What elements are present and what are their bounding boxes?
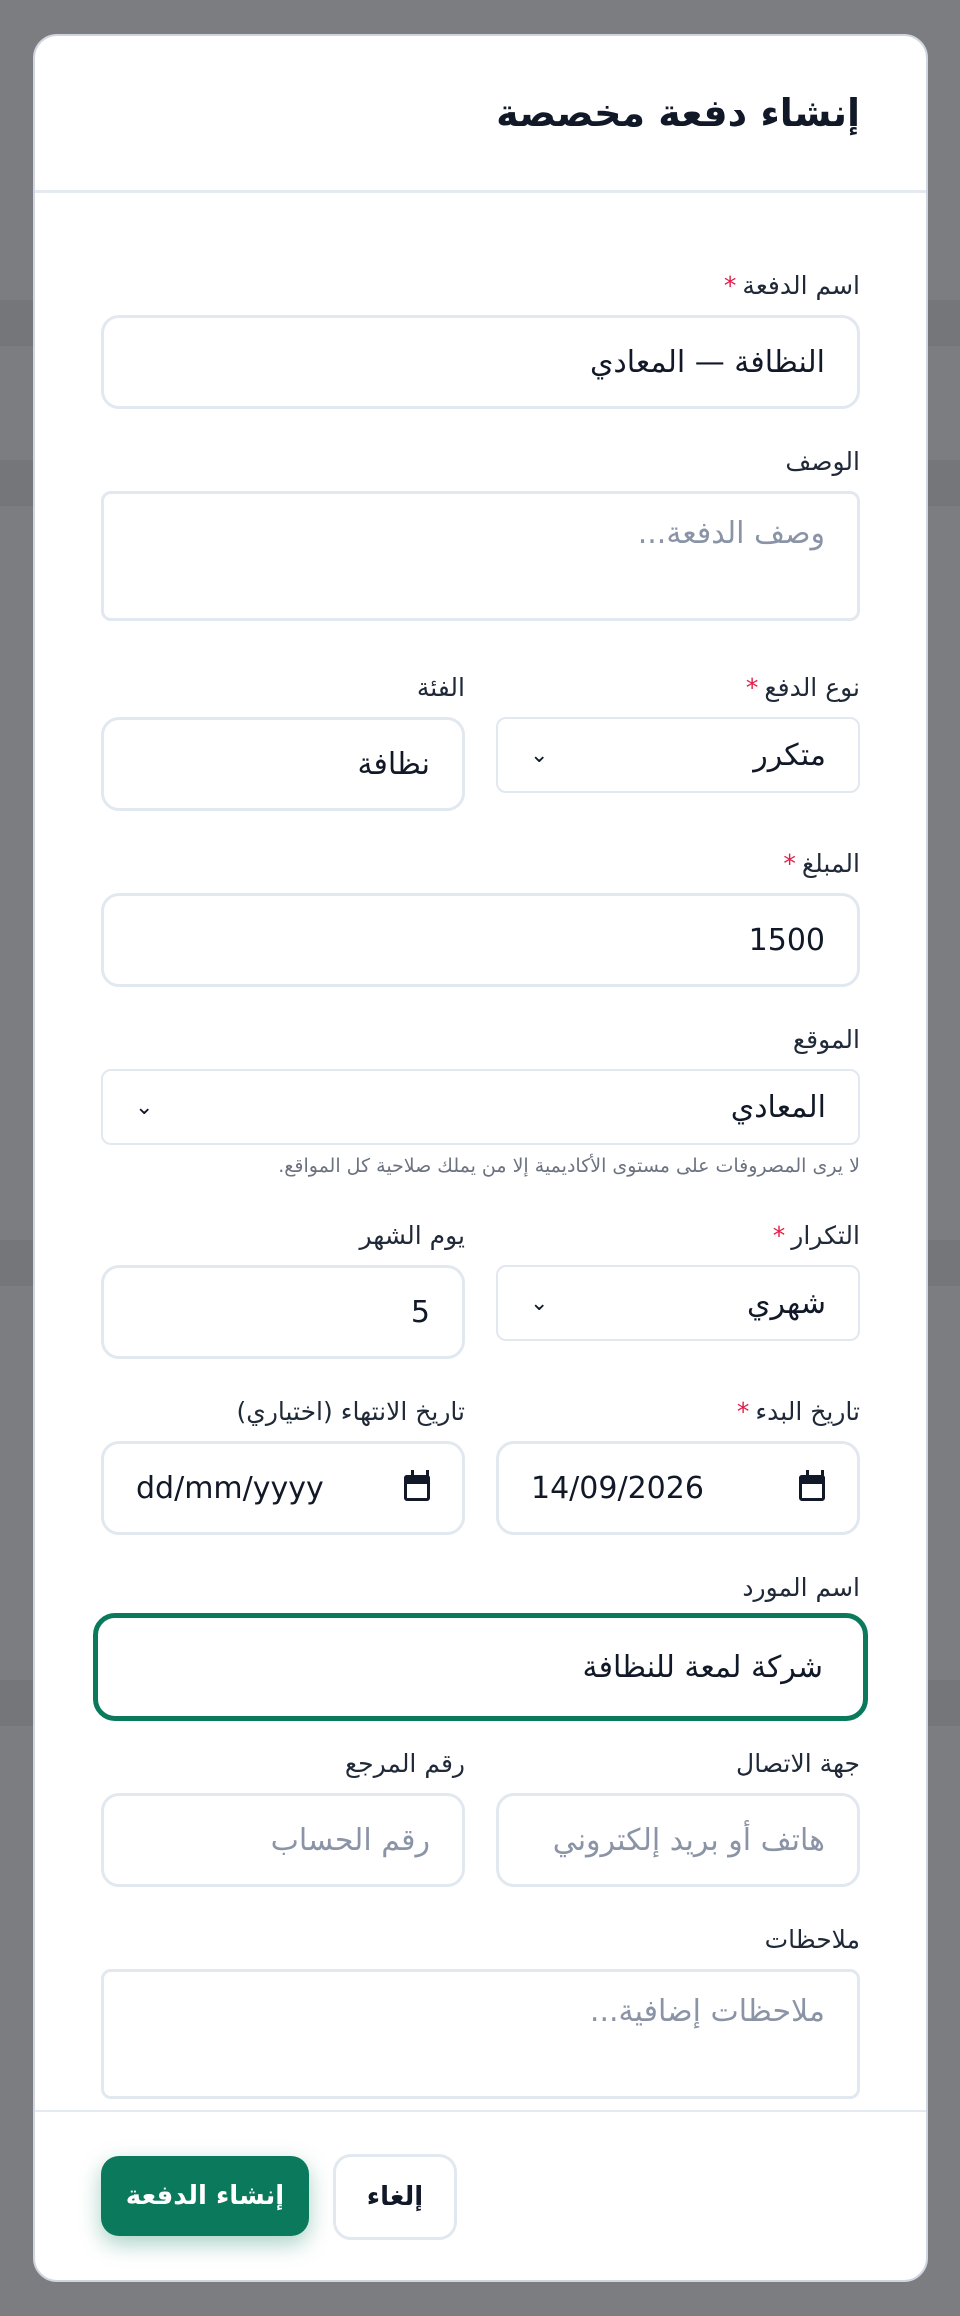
calendar-icon[interactable] [799, 1470, 825, 1501]
notes-textarea[interactable]: ملاحظات إضافية... [101, 1969, 860, 2099]
location-field: الموقع المعادي ⌄ لا يرى المصروفات على مس… [101, 1023, 860, 1183]
chevron-down-icon: ⌄ [530, 1290, 549, 1316]
required-mark: * [736, 1397, 750, 1426]
payment-type-value: متكرر [753, 737, 826, 773]
category-input[interactable]: نظافة [101, 717, 465, 811]
amount-field: المبلغ* 1500 [101, 847, 860, 987]
description-textarea[interactable]: وصف الدفعة... [101, 491, 860, 621]
day-of-month-field: يوم الشهر 5 [101, 1219, 465, 1359]
start-date-input[interactable]: 14/09/2026 [496, 1441, 860, 1535]
category-label: الفئة [416, 673, 465, 702]
create-payment-button[interactable]: إنشاء الدفعة [101, 2156, 309, 2236]
location-value: المعادي [730, 1089, 826, 1125]
required-mark: * [723, 271, 737, 300]
recurrence-field: التكرار* شهري ⌄ [496, 1219, 860, 1349]
payment-type-field: نوع الدفع* متكرر ⌄ [496, 671, 860, 801]
payment-type-select[interactable]: متكرر ⌄ [496, 717, 860, 793]
vendor-name-input[interactable]: شركة لمعة للنظافة [93, 1613, 868, 1721]
end-date-label: تاريخ الانتهاء (اختياري) [236, 1397, 466, 1426]
chevron-down-icon: ⌄ [135, 1094, 154, 1120]
vendor-name-field: اسم المورد شركة لمعة للنظافة [93, 1571, 868, 1721]
notes-label: ملاحظات [764, 1925, 860, 1954]
end-date-placeholder: dd/mm/yyyy [136, 1470, 324, 1506]
payment-name-label: اسم الدفعة* [723, 271, 860, 300]
payment-type-label: نوع الدفع* [745, 673, 860, 702]
location-label: الموقع [792, 1025, 860, 1054]
modal-footer: إنشاء الدفعة إلغاء [35, 2110, 926, 2280]
vendor-name-label: اسم المورد [742, 1573, 860, 1602]
payment-name-field: اسم الدفعة* النظافة — المعادي [101, 269, 860, 409]
reference-field: رقم المرجع رقم الحساب [101, 1747, 465, 1887]
description-field: الوصف وصف الدفعة... [101, 445, 860, 625]
contact-label: جهة الاتصال [736, 1749, 860, 1778]
start-date-field: تاريخ البدء* 14/09/2026 [496, 1395, 860, 1535]
day-of-month-input[interactable]: 5 [101, 1265, 465, 1359]
payment-name-input[interactable]: النظافة — المعادي [101, 315, 860, 409]
contact-field: جهة الاتصال هاتف أو بريد إلكتروني [496, 1747, 860, 1887]
create-payment-modal: إنشاء دفعة مخصصة اسم الدفعة* النظافة — ا… [33, 34, 928, 2282]
location-hint: لا يرى المصروفات على مستوى الأكاديمية إل… [278, 1155, 860, 1177]
required-mark: * [772, 1221, 786, 1250]
description-label: الوصف [785, 447, 860, 476]
contact-input[interactable]: هاتف أو بريد إلكتروني [496, 1793, 860, 1887]
calendar-icon[interactable] [404, 1470, 430, 1501]
amount-label: المبلغ* [783, 849, 860, 878]
end-date-input[interactable]: dd/mm/yyyy [101, 1441, 465, 1535]
recurrence-label: التكرار* [772, 1221, 860, 1250]
location-select[interactable]: المعادي ⌄ [101, 1069, 860, 1145]
amount-input[interactable]: 1500 [101, 893, 860, 987]
start-date-label: تاريخ البدء* [736, 1397, 860, 1426]
recurrence-select[interactable]: شهري ⌄ [496, 1265, 860, 1341]
reference-input[interactable]: رقم الحساب [101, 1793, 465, 1887]
modal-title: إنشاء دفعة مخصصة [496, 91, 860, 135]
end-date-field: تاريخ الانتهاء (اختياري) dd/mm/yyyy [101, 1395, 466, 1535]
notes-field: ملاحظات ملاحظات إضافية... [101, 1923, 860, 2103]
chevron-down-icon: ⌄ [530, 742, 549, 768]
reference-label: رقم المرجع [344, 1749, 465, 1778]
day-of-month-label: يوم الشهر [359, 1221, 465, 1250]
modal-header: إنشاء دفعة مخصصة [35, 36, 926, 193]
required-mark: * [745, 673, 759, 702]
cancel-button[interactable]: إلغاء [333, 2154, 457, 2240]
category-field: الفئة نظافة [101, 671, 465, 811]
required-mark: * [783, 849, 796, 878]
recurrence-value: شهري [747, 1285, 826, 1321]
start-date-value: 14/09/2026 [531, 1470, 704, 1506]
